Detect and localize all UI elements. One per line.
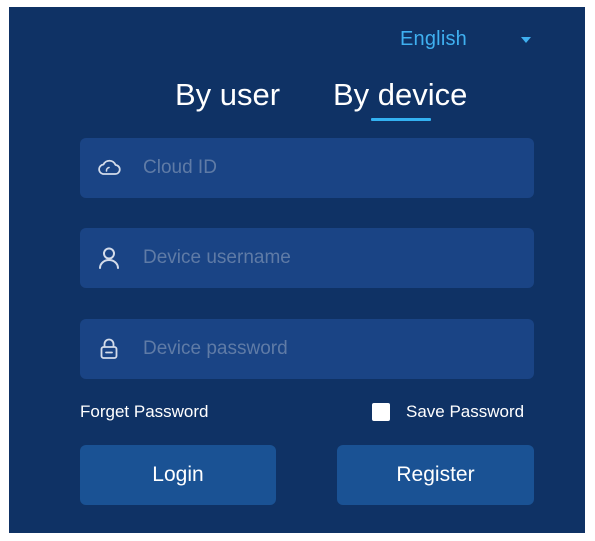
tab-by-device[interactable]: By device [333,77,467,113]
language-label: English [400,27,467,50]
chevron-down-icon[interactable] [521,37,531,43]
tab-by-user[interactable]: By user [175,77,280,113]
device-password-field[interactable] [80,319,534,379]
save-password-label: Save Password [406,402,525,421]
user-icon [99,247,119,269]
register-button[interactable]: Register [337,445,534,505]
lock-icon [100,338,118,359]
cloud-icon [98,159,121,175]
forget-password-link[interactable]: Forget Password [80,402,209,422]
save-password-checkbox[interactable] [372,403,390,421]
login-button[interactable]: Login [80,445,276,505]
login-mode-tabs: By user By device [9,77,585,127]
save-password-option[interactable]: Save Password [372,402,524,422]
login-panel: English By user By device Forget Passwor… [9,7,585,533]
device-username-field[interactable] [80,228,534,288]
cloud-id-input[interactable] [143,138,523,198]
active-tab-indicator [371,118,431,121]
device-username-input[interactable] [143,228,523,288]
language-selector[interactable]: English [400,25,531,53]
cloud-id-field[interactable] [80,138,534,198]
device-password-input[interactable] [143,319,523,379]
